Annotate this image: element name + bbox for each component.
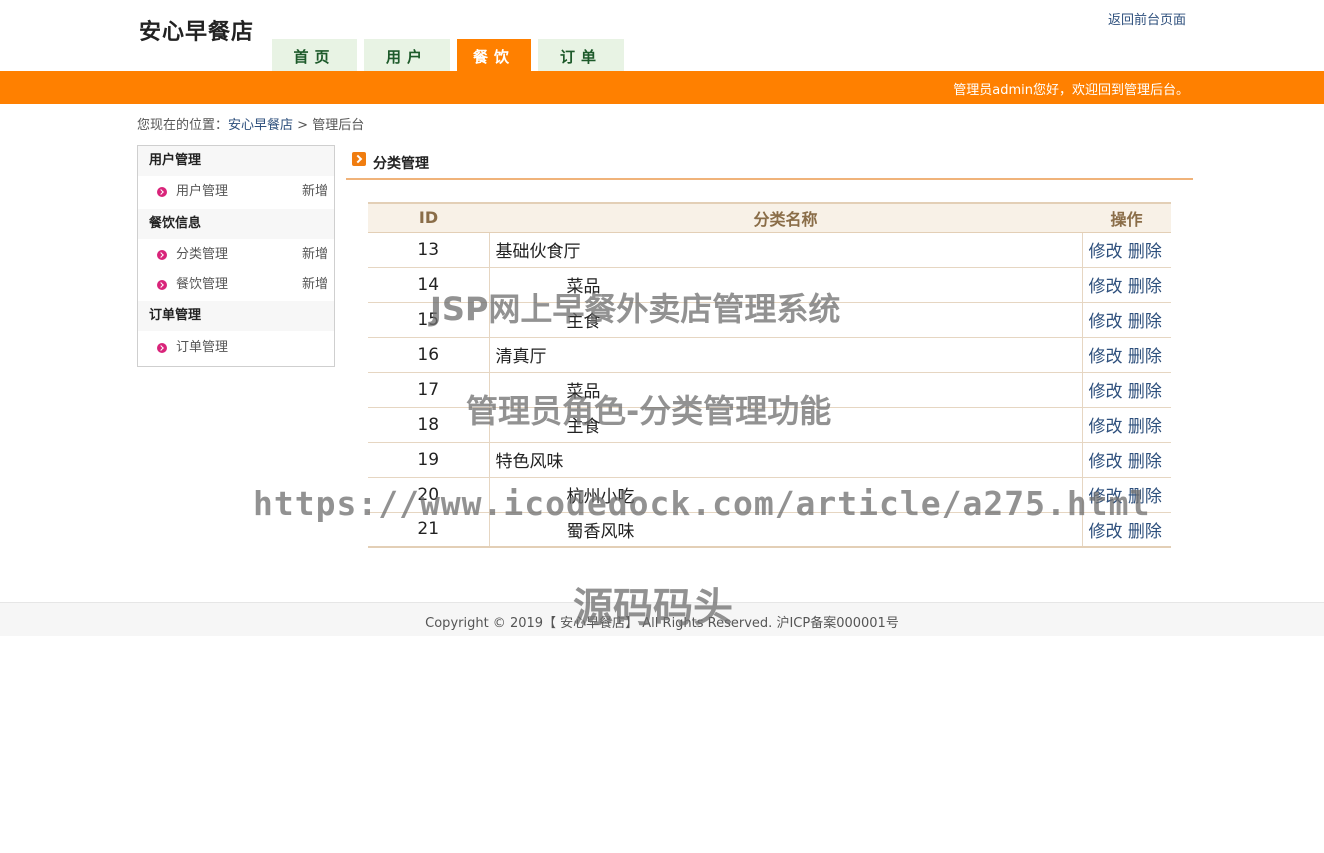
page-title: 分类管理 — [373, 156, 429, 172]
delete-link[interactable]: 删除 — [1128, 242, 1162, 262]
delete-link[interactable]: 删除 — [1128, 277, 1162, 297]
cell-category-name: 基础伙食厅 — [489, 232, 1083, 268]
sidebar-add-link[interactable]: 新增 — [302, 177, 328, 207]
edit-link[interactable]: 修改 — [1089, 417, 1123, 437]
sidebar-item-order-management[interactable]: 订单管理 — [138, 333, 334, 363]
top-status-bar: 管理员admin您好，欢迎回到管理后台。 — [0, 71, 1324, 104]
arrow-bullet-icon — [157, 250, 167, 260]
cell-category-name: 清真厅 — [489, 337, 1083, 373]
sidebar-item-category-management[interactable]: 分类管理 新增 — [138, 240, 334, 270]
tab-orders[interactable]: 订单 — [538, 39, 624, 71]
sidebar-item-label[interactable]: 用户管理 — [176, 177, 228, 207]
breadcrumb-separator: > — [297, 118, 309, 133]
sidebar-item-user-management[interactable]: 用户管理 新增 — [138, 177, 334, 207]
arrow-bullet-icon — [157, 343, 167, 353]
column-header-actions: 操作 — [1082, 202, 1171, 233]
edit-link[interactable]: 修改 — [1089, 382, 1123, 402]
arrow-right-icon — [352, 152, 366, 166]
sidebar: 用户管理 用户管理 新增 餐饮信息 分类管理 新增 餐饮管理 新增 订单管理 订… — [137, 145, 335, 367]
edit-link[interactable]: 修改 — [1089, 312, 1123, 332]
breadcrumb-current: 管理后台 — [312, 118, 365, 133]
cell-id: 13 — [368, 232, 490, 268]
watermark-url: https://www.icodedock.com/article/a275.h… — [253, 484, 1151, 523]
cell-actions: 修改 删除 — [1082, 407, 1171, 443]
arrow-bullet-icon — [157, 187, 167, 197]
cell-category-name: 特色风味 — [489, 442, 1083, 478]
delete-link[interactable]: 删除 — [1128, 347, 1162, 367]
sidebar-group-users: 用户管理 — [138, 146, 334, 176]
header: 安心早餐店 返回前台页面 首页 用户 餐饮 订单 — [0, 0, 1324, 71]
delete-link[interactable]: 删除 — [1128, 452, 1162, 472]
site-logo: 安心早餐店 — [139, 20, 255, 45]
page-title-bar: 分类管理 — [346, 147, 1193, 180]
edit-link[interactable]: 修改 — [1089, 452, 1123, 472]
column-header-id: ID — [368, 202, 489, 233]
breadcrumb-prefix: 您现在的位置： — [137, 118, 229, 133]
welcome-message: 管理员admin您好，欢迎回到管理后台。 — [953, 83, 1189, 98]
edit-link[interactable]: 修改 — [1089, 522, 1123, 542]
edit-link[interactable]: 修改 — [1089, 347, 1123, 367]
delete-link[interactable]: 删除 — [1128, 522, 1162, 542]
sidebar-group-orders: 订单管理 — [138, 301, 334, 331]
sidebar-add-link[interactable]: 新增 — [302, 240, 328, 270]
table-row: 13 基础伙食厅 修改 删除 — [368, 232, 1171, 268]
cell-actions: 修改 删除 — [1082, 267, 1171, 303]
column-header-name: 分类名称 — [489, 202, 1082, 233]
cell-id: 16 — [368, 337, 490, 373]
watermark-feature-caption: 管理员角色-分类管理功能 — [466, 392, 832, 430]
breadcrumb-home-link[interactable]: 安心早餐店 — [228, 118, 293, 133]
sidebar-add-link[interactable]: 新增 — [302, 270, 328, 300]
sidebar-item-food-management[interactable]: 餐饮管理 新增 — [138, 270, 334, 300]
table-header-row: ID 分类名称 操作 — [368, 202, 1171, 233]
sidebar-item-label[interactable]: 订单管理 — [176, 333, 228, 363]
delete-link[interactable]: 删除 — [1128, 417, 1162, 437]
sidebar-group-catering: 餐饮信息 — [138, 209, 334, 239]
edit-link[interactable]: 修改 — [1089, 277, 1123, 297]
tab-catering[interactable]: 餐饮 — [457, 39, 531, 71]
breadcrumb: 您现在的位置：安心早餐店 > 管理后台 — [137, 114, 364, 133]
arrow-bullet-icon — [157, 280, 167, 290]
cell-actions: 修改 删除 — [1082, 337, 1171, 373]
tab-users[interactable]: 用户 — [364, 39, 450, 71]
cell-actions: 修改 删除 — [1082, 372, 1171, 408]
delete-link[interactable]: 删除 — [1128, 312, 1162, 332]
tab-home[interactable]: 首页 — [272, 39, 357, 71]
sidebar-item-label[interactable]: 分类管理 — [176, 240, 228, 270]
table-row: 19 特色风味 修改 删除 — [368, 442, 1171, 478]
cell-id: 19 — [368, 442, 490, 478]
watermark-brand: 源码码头 — [573, 585, 733, 631]
back-to-frontend-link[interactable]: 返回前台页面 — [1108, 9, 1186, 28]
sidebar-item-label[interactable]: 餐饮管理 — [176, 270, 228, 300]
edit-link[interactable]: 修改 — [1089, 242, 1123, 262]
watermark-system-title: JSP网上早餐外卖店管理系统 — [430, 290, 841, 328]
delete-link[interactable]: 删除 — [1128, 382, 1162, 402]
table-row: 16 清真厅 修改 删除 — [368, 337, 1171, 373]
cell-actions: 修改 删除 — [1082, 302, 1171, 338]
cell-actions: 修改 删除 — [1082, 232, 1171, 268]
cell-actions: 修改 删除 — [1082, 442, 1171, 478]
